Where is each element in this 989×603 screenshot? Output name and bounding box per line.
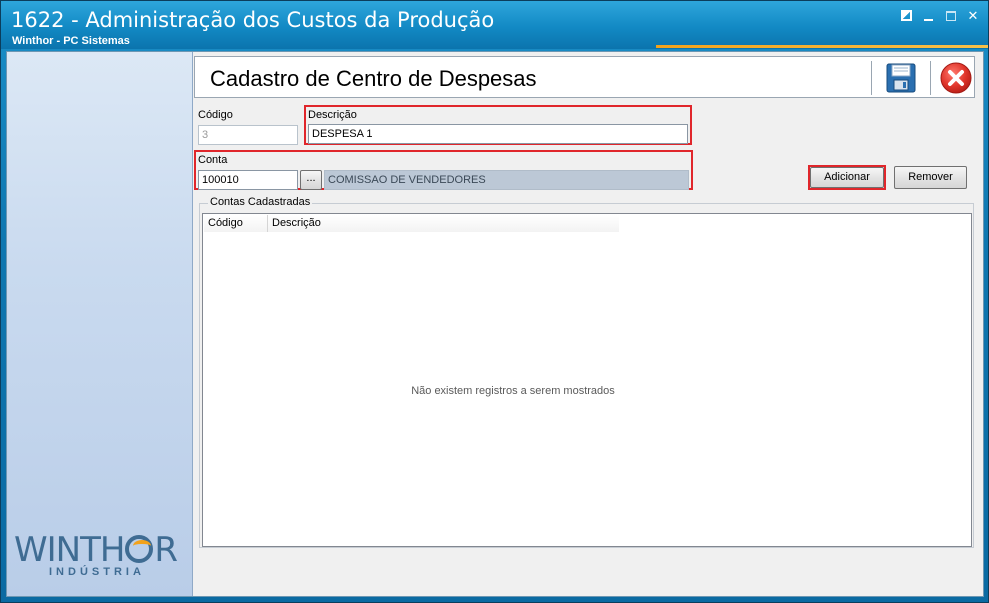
winthor-logo: WINTH R INDÚSTRIA (14, 530, 186, 582)
maximize-icon[interactable] (944, 9, 958, 23)
logo-subtitle: INDÚSTRIA (49, 566, 145, 578)
client-area: WINTH R INDÚSTRIA Cadastro de Centro de D… (6, 51, 984, 597)
grid-header: Código Descrição (204, 215, 619, 232)
app-window: 1622 - Administração dos Custos da Produ… (0, 0, 989, 603)
window-controls: ✕ (900, 9, 980, 23)
group-title: Contas Cadastradas (208, 196, 313, 208)
restore-icon[interactable] (900, 9, 914, 23)
remover-button[interactable]: Remover (894, 166, 967, 189)
column-header-descricao[interactable]: Descrição (268, 215, 619, 232)
window-title: 1622 - Administração dos Custos da Produ… (11, 8, 495, 32)
minimize-icon[interactable] (922, 9, 936, 23)
save-button[interactable] (885, 62, 917, 94)
main-panel: Cadastro de Centro de Despesas Código 3 … (193, 52, 983, 596)
header-separator (871, 61, 873, 95)
title-accent-stripe (656, 45, 988, 48)
contas-cadastradas-group: Contas Cadastradas Código Descrição Não … (199, 196, 974, 548)
floppy-disk-icon (886, 63, 916, 93)
conta-field[interactable]: 100010 (198, 170, 298, 190)
header-separator (930, 61, 932, 95)
column-header-codigo[interactable]: Código (204, 215, 268, 232)
conta-label: Conta (198, 154, 228, 166)
descricao-field[interactable]: DESPESA 1 (308, 124, 688, 144)
descricao-label: Descrição (308, 109, 357, 121)
codigo-label: Código (198, 109, 233, 121)
logo-wordmark: WINTH R (14, 530, 178, 570)
page-header: Cadastro de Centro de Despesas (194, 56, 975, 98)
title-bar[interactable]: 1622 - Administração dos Custos da Produ… (1, 1, 988, 49)
empty-message: Não existem registros a serem mostrados (411, 385, 615, 397)
contas-grid[interactable]: Código Descrição Não existem registros a… (202, 213, 972, 547)
close-icon[interactable]: ✕ (966, 9, 980, 23)
conta-lookup-button[interactable]: ... (300, 170, 322, 190)
conta-description-field: COMISSAO DE VENDEDORES (324, 170, 689, 190)
codigo-field[interactable]: 3 (198, 125, 298, 145)
adicionar-button[interactable]: Adicionar (810, 167, 884, 188)
close-form-button[interactable] (939, 61, 973, 95)
logo-o-icon (125, 535, 154, 563)
left-panel: WINTH R INDÚSTRIA (7, 52, 193, 596)
red-x-circle-icon (940, 62, 972, 94)
window-subtitle: Winthor - PC Sistemas (12, 35, 130, 47)
page-title: Cadastro de Centro de Despesas (210, 66, 537, 91)
